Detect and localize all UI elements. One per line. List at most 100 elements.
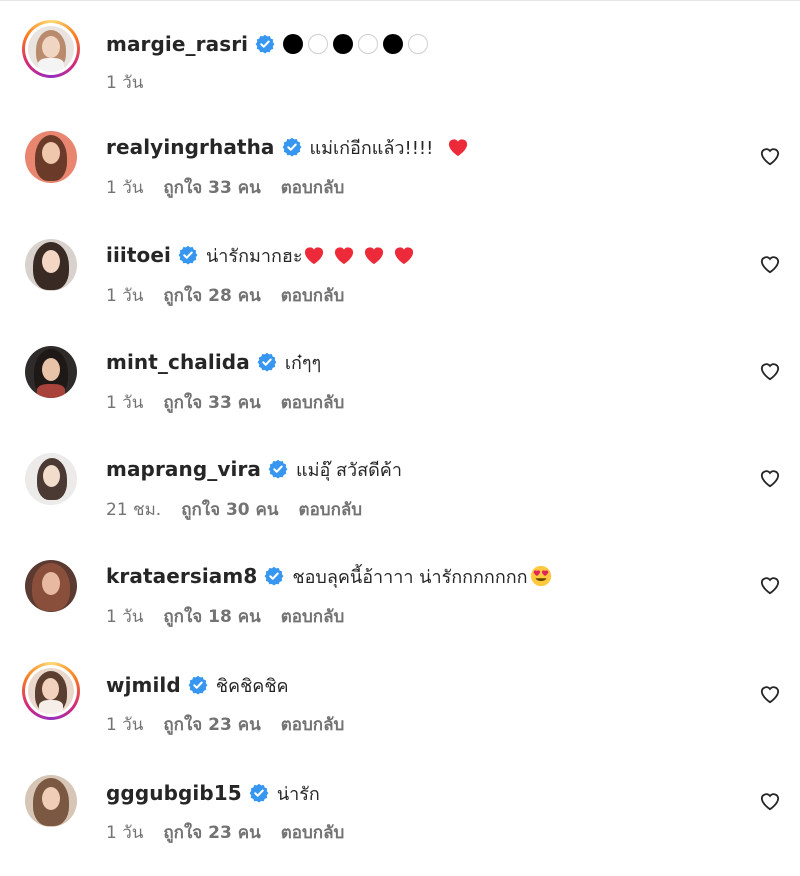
- like-count[interactable]: ถูกใจ 28 คน: [163, 282, 260, 309]
- verified-badge-icon: [178, 245, 198, 265]
- red-heart-emoji: [364, 247, 383, 265]
- comment-line: gggubgib15 น่ารัก: [106, 778, 320, 808]
- comment-meta: 1 วัน ถูกใจ 18 คน ตอบกลับ: [106, 603, 344, 629]
- heart-outline-icon[interactable]: [759, 254, 781, 274]
- username[interactable]: wjmild: [106, 673, 181, 697]
- comment-line: krataersiam8 ชอบลุคนี้อ้าาาา น่ารักกกกกก…: [106, 561, 552, 591]
- black-circle-emoji: [283, 34, 304, 54]
- heart-outline-icon[interactable]: [759, 468, 781, 488]
- caption-line: margie_rasri: [106, 29, 429, 59]
- comment-text: น่ารัก: [276, 783, 320, 805]
- reply-button[interactable]: ตอบกลับ: [281, 603, 345, 630]
- like-count[interactable]: ถูกใจ 30 คน: [181, 496, 278, 523]
- reply-button[interactable]: ตอบกลับ: [281, 174, 345, 201]
- avatar: [28, 26, 74, 72]
- heart-outline-icon[interactable]: [759, 684, 781, 704]
- avatar-with-story-ring[interactable]: [22, 662, 80, 720]
- heart-outline-icon[interactable]: [759, 791, 781, 811]
- timestamp: 1 วัน: [106, 177, 144, 198]
- timestamp: 1 วัน: [106, 285, 144, 306]
- username[interactable]: iiitoei: [106, 243, 171, 267]
- like-count[interactable]: ถูกใจ 33 คน: [163, 389, 260, 416]
- black-circle-emoji: [333, 34, 354, 54]
- white-circle-emoji: [408, 34, 429, 54]
- avatar-wrapper[interactable]: [22, 557, 80, 615]
- red-heart-emoji: [334, 247, 353, 265]
- heart-outline-icon[interactable]: [759, 146, 781, 166]
- caption-meta: 1 วัน: [106, 69, 143, 95]
- comment-item: mint_chalida เก๋ๆๆ 1 วัน ถูกใจ 33 คน ตอบ…: [0, 333, 800, 440]
- like-count[interactable]: ถูกใจ 23 คน: [163, 711, 260, 738]
- verified-badge-icon: [268, 459, 288, 479]
- comment-item: realyingrhatha แม่เก่อีกแล้ว!!!! 1 วัน ถ…: [0, 118, 800, 225]
- heart-outline-icon[interactable]: [759, 361, 781, 381]
- comment-meta: 21 ชม. ถูกใจ 30 คน ตอบกลับ: [106, 496, 362, 522]
- username[interactable]: gggubgib15: [106, 781, 242, 805]
- avatar: [25, 453, 77, 505]
- comment-text: เก๋ๆๆ: [284, 352, 322, 374]
- avatar-wrapper[interactable]: [22, 343, 80, 401]
- comment-text: ชิคชิคชิค: [215, 675, 289, 697]
- heart-outline-icon[interactable]: [759, 575, 781, 595]
- comment-meta: 1 วัน ถูกใจ 33 คน ตอบกลับ: [106, 389, 344, 415]
- red-heart-emoji: [394, 247, 413, 265]
- white-circle-emoji: [358, 34, 379, 54]
- comment-line: maprang_vira แม่อุ๊ สวัสดีค้า: [106, 454, 402, 484]
- username[interactable]: realyingrhatha: [106, 135, 275, 159]
- avatar: [25, 346, 77, 398]
- username[interactable]: mint_chalida: [106, 350, 250, 374]
- timestamp: 1 วัน: [106, 714, 144, 735]
- like-count[interactable]: ถูกใจ 33 คน: [163, 174, 260, 201]
- username[interactable]: margie_rasri: [106, 32, 248, 56]
- comment-text: ชอบลุคนี้อ้าาาา น่ารักกกกกกก: [292, 566, 528, 588]
- avatar-wrapper[interactable]: [22, 236, 80, 294]
- like-count[interactable]: ถูกใจ 18 คน: [163, 603, 260, 630]
- comment-line: iiitoei น่ารักมากฮะ: [106, 240, 415, 270]
- timestamp: 1 วัน: [106, 606, 144, 627]
- comment-item: maprang_vira แม่อุ๊ สวัสดีค้า 21 ชม. ถูก…: [0, 440, 800, 547]
- heart-eyes-smile-emoji: [530, 565, 551, 587]
- comment-item: iiitoei น่ารักมากฮะ 1 วัน ถูกใจ 28 คน ตอ…: [0, 226, 800, 333]
- avatar: [25, 131, 77, 183]
- timestamp: 1 วัน: [106, 72, 144, 93]
- avatar: [25, 560, 77, 612]
- avatar-wrapper[interactable]: [22, 772, 80, 830]
- avatar: [25, 775, 77, 827]
- timestamp: 1 วัน: [106, 822, 144, 843]
- red-heart-emoji: [449, 139, 468, 157]
- comment-meta: 1 วัน ถูกใจ 23 คน ตอบกลับ: [106, 819, 344, 845]
- reply-button[interactable]: ตอบกลับ: [281, 819, 345, 846]
- red-heart-emoji: [304, 247, 323, 265]
- comment-text: แม่เก่อีกแล้ว!!!!: [309, 137, 434, 159]
- comment-item: wjmild ชิคชิคชิค 1 วัน ถูกใจ 23 คน ตอบกล…: [0, 654, 800, 761]
- verified-badge-icon: [282, 137, 301, 157]
- dot-sequence: [283, 34, 429, 54]
- comment-line: mint_chalida เก๋ๆๆ: [106, 347, 321, 377]
- comment-line: wjmild ชิคชิคชิค: [106, 670, 289, 700]
- avatar: [25, 239, 77, 291]
- comment-item: gggubgib15 น่ารัก 1 วัน ถูกใจ 23 คน ตอบก…: [0, 762, 800, 869]
- comment-meta: 1 วัน ถูกใจ 33 คน ตอบกลับ: [106, 174, 344, 200]
- verified-badge-icon: [249, 783, 269, 803]
- username[interactable]: krataersiam8: [106, 564, 257, 588]
- reply-button[interactable]: ตอบกลับ: [281, 282, 345, 309]
- reply-button[interactable]: ตอบกลับ: [281, 711, 345, 738]
- reply-button[interactable]: ตอบกลับ: [281, 389, 345, 416]
- avatar-wrapper[interactable]: [22, 128, 80, 186]
- verified-badge-icon: [188, 675, 208, 695]
- like-count[interactable]: ถูกใจ 23 คน: [163, 819, 260, 846]
- top-divider: [0, 0, 800, 1]
- timestamp: 21 ชม.: [106, 499, 162, 520]
- avatar: [28, 668, 74, 714]
- verified-badge-icon: [264, 566, 284, 586]
- comment-meta: 1 วัน ถูกใจ 23 คน ตอบกลับ: [106, 711, 344, 737]
- avatar-with-story-ring[interactable]: [22, 20, 80, 78]
- username[interactable]: maprang_vira: [106, 457, 261, 481]
- black-circle-emoji: [383, 34, 404, 54]
- comment-meta: 1 วัน ถูกใจ 28 คน ตอบกลับ: [106, 282, 344, 308]
- comment-line: realyingrhatha แม่เก่อีกแล้ว!!!!: [106, 132, 469, 162]
- caption-row: margie_rasri 1 วัน: [0, 12, 800, 119]
- timestamp: 1 วัน: [106, 392, 144, 413]
- reply-button[interactable]: ตอบกลับ: [299, 496, 363, 523]
- avatar-wrapper[interactable]: [22, 450, 80, 508]
